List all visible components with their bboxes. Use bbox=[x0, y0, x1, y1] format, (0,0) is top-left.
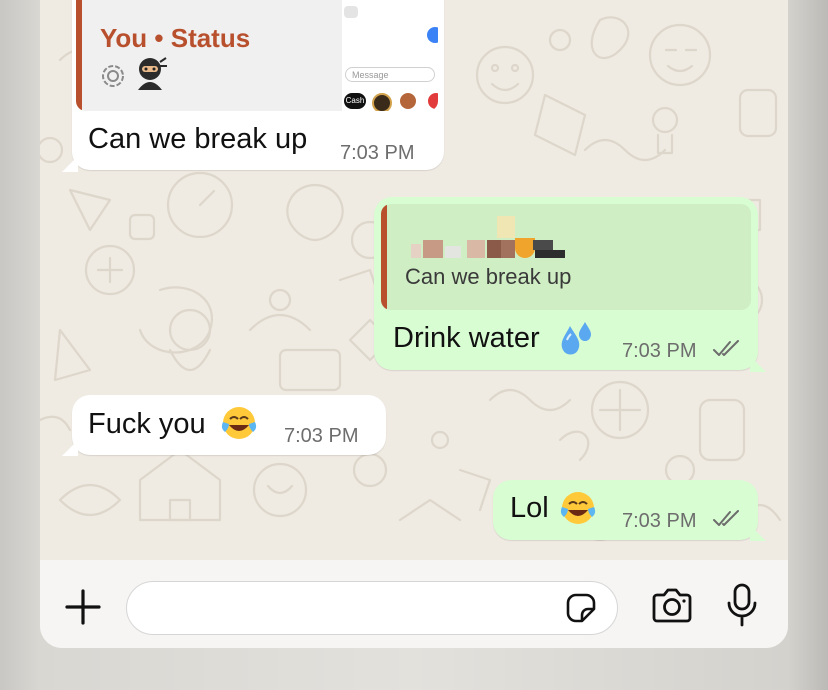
quoted-status-reply[interactable]: You • Status Message Cash bbox=[76, 0, 438, 111]
camera-icon[interactable] bbox=[650, 586, 694, 626]
message-timestamp: 7:03 PM bbox=[622, 340, 697, 362]
message-text: Drink water bbox=[393, 322, 540, 354]
status-thumbnail: Message Cash bbox=[342, 0, 438, 111]
status-icon bbox=[102, 65, 124, 87]
chat-screen: You • Status Message Cash Can we break u… bbox=[40, 0, 788, 648]
double-check-icon bbox=[713, 340, 739, 356]
sticker-icon[interactable] bbox=[564, 591, 598, 625]
redacted-quote-author bbox=[405, 216, 575, 258]
quoted-message-reply[interactable]: Can we break up bbox=[381, 204, 751, 310]
microphone-icon[interactable] bbox=[724, 582, 760, 628]
plus-icon[interactable] bbox=[64, 588, 102, 626]
message-text: Lol bbox=[510, 492, 549, 524]
message-text: Fuck you bbox=[88, 408, 206, 440]
ninja-emoji-icon bbox=[138, 57, 167, 90]
quote-accent-bar bbox=[381, 204, 387, 310]
message-timestamp: 7:03 PM bbox=[284, 425, 359, 447]
quote-author: You • Status bbox=[100, 23, 251, 53]
tears-of-joy-emoji-icon bbox=[560, 492, 596, 524]
message-input[interactable] bbox=[126, 581, 618, 635]
message-composer bbox=[40, 560, 788, 648]
quote-accent-bar bbox=[76, 0, 82, 111]
message-text: Can we break up bbox=[88, 123, 308, 155]
quote-text: Can we break up bbox=[405, 264, 572, 289]
thumbnail-message-input: Message bbox=[345, 67, 435, 82]
sweat-droplets-emoji-icon bbox=[561, 322, 592, 355]
thumbnail-cash-chip: Cash bbox=[344, 93, 366, 109]
message-timestamp: 7:03 PM bbox=[622, 510, 697, 532]
double-check-icon bbox=[713, 510, 739, 526]
tears-of-joy-emoji-icon bbox=[221, 407, 257, 439]
message-timestamp: 7:03 PM bbox=[340, 142, 415, 164]
